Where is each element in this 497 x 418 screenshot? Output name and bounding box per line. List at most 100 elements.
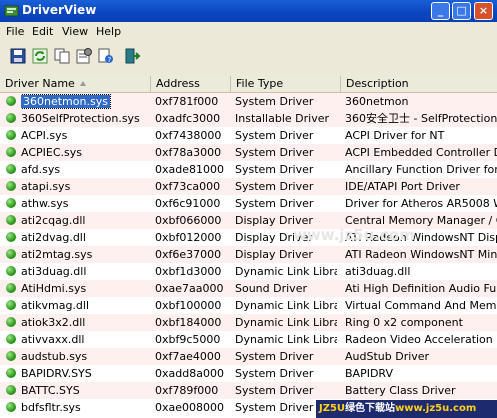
table-row[interactable]: BATTC.SYS 0xf789f000 System Driver Battery …: [0, 382, 497, 399]
driver-name-cell-text: atikvmag.dll: [21, 299, 90, 312]
menu-edit[interactable]: Edit: [32, 25, 53, 38]
driver-name-cell: atapi.sys: [21, 178, 150, 195]
file-type-cell-text: Sound Driver: [235, 282, 307, 295]
column-header-driver-name[interactable]: Driver Name: [0, 76, 151, 92]
driver-status-icon: [6, 181, 16, 191]
table-row[interactable]: ativvaxx.dll 0xbf9c5000 Dynamic Link Libra…: [0, 331, 497, 348]
address-cell-text: 0xf78a3000: [155, 146, 222, 159]
file-type-cell: System Driver: [235, 365, 337, 382]
menu-file[interactable]: File: [6, 25, 24, 38]
table-row[interactable]: BAPIDRV.SYS 0xadd8a000 System Driver BAPIDR…: [0, 365, 497, 382]
address-cell: 0xf6e37000: [155, 246, 230, 263]
file-type-cell-text: System Driver: [235, 197, 314, 210]
driver-status-icon: [6, 283, 16, 293]
properties-icon[interactable]: [75, 47, 93, 65]
exit-icon[interactable]: [123, 47, 141, 65]
description-cell: ati3duag.dll: [345, 263, 497, 280]
save-icon[interactable]: [9, 47, 27, 65]
address-cell-text: 0xf789f000: [155, 384, 219, 397]
table-row[interactable]: atikvmag.dll 0xbf100000 Dynamic Link Libra…: [0, 297, 497, 314]
address-cell: 0xf7438000: [155, 127, 230, 144]
column-header-label: Driver Name: [5, 77, 75, 90]
table-row[interactable]: 360SelfProtection.sys 0xadfc3000 Installab…: [0, 110, 497, 127]
address-cell: 0xf73ca000: [155, 178, 230, 195]
table-row[interactable]: ati2mtag.sys 0xf6e37000 Display Driver ATI …: [0, 246, 497, 263]
driver-name-cell-text: ati2mtag.sys: [21, 248, 93, 261]
table-row[interactable]: afd.sys 0xade81000 System Driver Ancillary …: [0, 161, 497, 178]
column-header-address[interactable]: Address: [151, 76, 231, 92]
address-cell-text: 0xade81000: [155, 163, 224, 176]
address-cell: 0xbf012000: [155, 229, 230, 246]
description-cell-text: ati3duag.dll: [345, 265, 411, 278]
driver-name-cell-text: ati2dvag.dll: [21, 231, 86, 244]
file-type-cell-text: Dynamic Link Library: [235, 333, 337, 346]
table-row[interactable]: ati2cqag.dll 0xbf066000 Display Driver Cent…: [0, 212, 497, 229]
table-row[interactable]: athw.sys 0xf6c91000 System Driver Driver fo…: [0, 195, 497, 212]
description-cell: 360安全卫士 - SelfProtection: [345, 110, 497, 127]
driver-name-cell-text: AtiHdmi.sys: [21, 282, 87, 295]
address-cell: 0xbf066000: [155, 212, 230, 229]
description-cell-text: 360安全卫士 - SelfProtection: [345, 112, 497, 125]
table-row[interactable]: atapi.sys 0xf73ca000 System Driver IDE/ATAP…: [0, 178, 497, 195]
table-row[interactable]: ACPIEC.sys 0xf78a3000 System Driver ACPI Em…: [0, 144, 497, 161]
table-row[interactable]: 360netmon.sys 0xf781f000 System Driver 360n…: [0, 93, 497, 110]
description-cell: AudStub Driver: [345, 348, 497, 365]
address-cell: 0xf78a3000: [155, 144, 230, 161]
driver-name-cell-text: ati3duag.dll: [21, 265, 87, 278]
column-header-description[interactable]: Description: [341, 76, 497, 92]
app-icon: [4, 5, 19, 17]
driver-name-cell: athw.sys: [21, 195, 150, 212]
description-cell-text: Ati High Definition Audio Function: [345, 282, 497, 295]
description-cell-text: Virtual Command And Memory M: [345, 299, 497, 312]
driver-status-icon: [6, 249, 16, 259]
table-row[interactable]: AtiHdmi.sys 0xae7aa000 Sound Driver Ati Hig…: [0, 280, 497, 297]
refresh-icon[interactable]: [31, 47, 49, 65]
driver-name-cell-text: ati2cqag.dll: [21, 214, 86, 227]
driver-name-cell: ACPI.sys: [21, 127, 150, 144]
address-cell-text: 0xadfc3000: [155, 112, 221, 125]
table-row[interactable]: ati3duag.dll 0xbf1d3000 Dynamic Link Libr a…: [0, 263, 497, 280]
driver-status-icon: [6, 232, 16, 242]
file-type-cell: System Driver: [235, 93, 337, 110]
driver-status-icon: [6, 334, 16, 344]
driver-name-cell: BATTC.SYS: [21, 382, 150, 399]
description-cell: ACPI Embedded Controller Driver: [345, 144, 497, 161]
close-button[interactable]: ×: [474, 2, 493, 20]
description-cell-text: ATI Radeon WindowsNT Miniport: [345, 248, 497, 261]
address-cell-text: 0xbf066000: [155, 214, 222, 227]
file-type-cell: Sound Driver: [235, 280, 337, 297]
address-cell-text: 0xbf184000: [155, 316, 222, 329]
table-row[interactable]: ati2dvag.dll 0xbf012000 Display Driver ATI …: [0, 229, 497, 246]
driver-name-cell: ati2cqag.dll: [21, 212, 150, 229]
address-cell: 0xae7aa000: [155, 280, 230, 297]
address-cell-text: 0xf6c91000: [155, 197, 221, 210]
address-cell: 0xf7ae4000: [155, 348, 230, 365]
driver-list[interactable]: Driver Name Address File Type Descriptio…: [0, 76, 497, 418]
badge-part3: www.jz5u.com: [395, 403, 477, 414]
driver-name-cell: ati3duag.dll: [21, 263, 150, 280]
description-cell-text: IDE/ATAPI Port Driver: [345, 180, 460, 193]
copy-icon[interactable]: [53, 47, 71, 65]
file-type-cell-text: System Driver: [235, 180, 314, 193]
driver-name-cell: bdfsfltr.sys: [21, 399, 150, 416]
about-icon[interactable]: ?: [97, 47, 115, 65]
description-cell-text: Battery Class Driver: [345, 384, 456, 397]
column-header-file-type[interactable]: File Type: [231, 76, 341, 92]
table-row[interactable]: ACPI.sys 0xf7438000 System Driver ACPI Driv…: [0, 127, 497, 144]
driver-name-cell: AtiHdmi.sys: [21, 280, 150, 297]
menu-view[interactable]: View: [62, 25, 88, 38]
file-type-cell-text: System Driver: [235, 129, 314, 142]
description-cell: Driver for Atheros AR5008 Wireless: [345, 195, 497, 212]
driver-status-icon: [6, 96, 16, 106]
driver-status-icon: [6, 198, 16, 208]
description-cell-text: Radeon Video Acceleration Univ: [345, 333, 497, 346]
menu-help[interactable]: Help: [96, 25, 121, 38]
minimize-button[interactable]: _: [431, 2, 450, 20]
maximize-button[interactable]: □: [452, 2, 471, 20]
description-cell: Ring 0 x2 component: [345, 314, 497, 331]
description-cell: IDE/ATAPI Port Driver: [345, 178, 497, 195]
table-row[interactable]: atiok3x2.dll 0xbf184000 Dynamic Link Libra…: [0, 314, 497, 331]
file-type-cell: System Driver: [235, 382, 337, 399]
file-type-cell-text: Display Driver: [235, 248, 313, 261]
table-row[interactable]: audstub.sys 0xf7ae4000 System Driver AudStu…: [0, 348, 497, 365]
